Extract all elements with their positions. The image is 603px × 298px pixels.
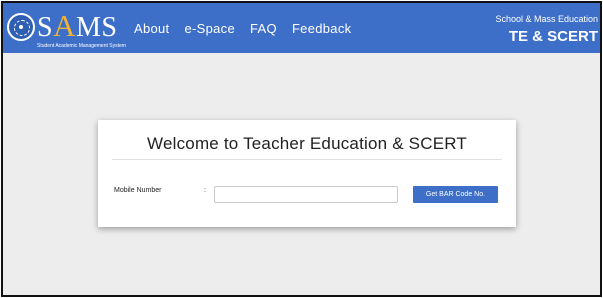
logo-tagline: Student Academic Management System <box>37 43 126 49</box>
nav-e-space[interactable]: e-Space <box>184 21 235 36</box>
get-bar-code-button[interactable]: Get BAR Code No. <box>413 186 498 203</box>
department-name: School & Mass Education <box>495 14 598 24</box>
title-divider <box>112 159 502 160</box>
department-title: School & Mass Education TE & SCERT <box>495 14 598 48</box>
odisha-emblem-icon <box>7 13 35 41</box>
nav-feedback[interactable]: Feedback <box>292 21 352 36</box>
mobile-number-label: Mobile Number <box>114 187 162 194</box>
nav-faq[interactable]: FAQ <box>250 21 277 36</box>
login-card: Welcome to Teacher Education & SCERT Mob… <box>98 120 516 227</box>
section-name: TE & SCERT <box>508 28 598 45</box>
logo-wordmark: SAMS <box>37 8 118 43</box>
browser-frame: SAMS Student Academic Management System … <box>1 1 602 297</box>
label-colon: : <box>204 187 206 194</box>
nav-about[interactable]: About <box>134 21 169 36</box>
welcome-title: Welcome to Teacher Education & SCERT <box>147 134 467 153</box>
top-header: SAMS Student Academic Management System … <box>3 3 600 53</box>
main-nav: About e-Space FAQ Feedback <box>134 3 366 53</box>
sams-logo[interactable]: SAMS Student Academic Management System <box>7 7 127 51</box>
mobile-number-input[interactable] <box>214 186 398 203</box>
